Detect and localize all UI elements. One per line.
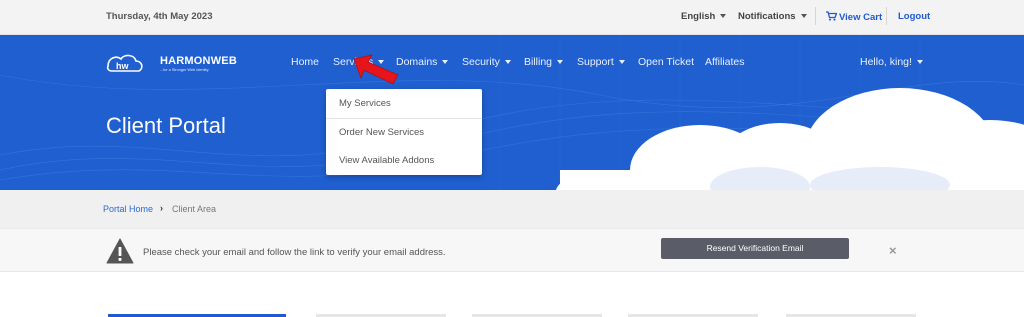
services-dropdown: My Services Order New Services View Avai… [326, 89, 482, 175]
language-selector[interactable]: English [681, 11, 727, 22]
chevron-down-icon [720, 14, 727, 19]
brand-name: HARMONWEB [160, 55, 237, 67]
top-bar: Thursday, 4th May 2023 English Notificat… [0, 0, 1024, 35]
chevron-right-icon: › [160, 203, 163, 213]
divider [886, 7, 887, 25]
nav-support-label: Support [577, 56, 614, 68]
current-date: Thursday, 4th May 2023 [106, 11, 213, 22]
nav-billing[interactable]: Billing [524, 56, 564, 68]
close-icon[interactable]: × [889, 243, 897, 258]
verification-alert: Please check your email and follow the l… [0, 228, 1024, 272]
chevron-down-icon [557, 60, 564, 65]
language-label: English [681, 11, 716, 22]
pointer-arrow-icon [353, 54, 399, 85]
view-cart-link[interactable]: View Cart [826, 11, 882, 23]
breadcrumb-portal-home[interactable]: Portal Home [103, 204, 153, 214]
nav-support[interactable]: Support [577, 56, 625, 68]
view-cart-label: View Cart [839, 12, 883, 23]
nav-billing-label: Billing [524, 56, 553, 68]
chevron-down-icon [618, 60, 625, 65]
chevron-down-icon [442, 60, 449, 65]
user-menu[interactable]: Hello, king! [860, 56, 923, 68]
dropdown-item-order-new-services[interactable]: Order New Services [326, 119, 482, 147]
hero-banner: hw HARMONWEB ...for a Stronger Web Ident… [0, 35, 1024, 190]
notifications-menu[interactable]: Notifications [738, 11, 807, 22]
alert-message: Please check your email and follow the l… [143, 247, 446, 258]
breadcrumb: Portal Home › Client Area [0, 190, 1024, 228]
nav-affiliates[interactable]: Affiliates [705, 56, 745, 68]
cart-icon [826, 11, 838, 21]
user-greeting: Hello, king! [860, 56, 912, 68]
resend-verification-button[interactable]: Resend Verification Email [661, 238, 849, 259]
chevron-down-icon [504, 60, 511, 65]
warning-icon [106, 238, 134, 264]
chevron-down-icon [916, 60, 923, 65]
dropdown-item-my-services[interactable]: My Services [326, 90, 482, 118]
nav-home[interactable]: Home [291, 56, 319, 68]
page-title: Client Portal [106, 113, 226, 138]
breadcrumb-current: Client Area [172, 204, 217, 214]
nav-security-label: Security [462, 56, 500, 68]
svg-text:hw: hw [116, 61, 129, 71]
divider [815, 7, 816, 25]
dropdown-item-view-addons[interactable]: View Available Addons [326, 147, 482, 175]
notifications-label: Notifications [738, 11, 796, 22]
brand-tagline: ...for a Stronger Web Identity. [160, 68, 210, 72]
nav-open-ticket[interactable]: Open Ticket [638, 56, 694, 68]
nav-security[interactable]: Security [462, 56, 511, 68]
logout-link[interactable]: Logout [898, 11, 930, 22]
chevron-down-icon [800, 14, 807, 19]
